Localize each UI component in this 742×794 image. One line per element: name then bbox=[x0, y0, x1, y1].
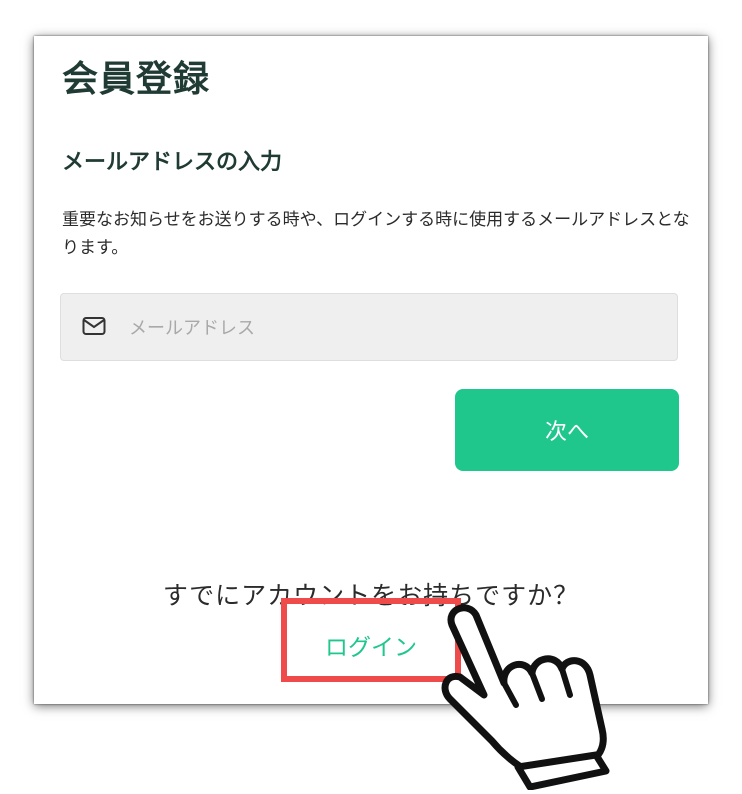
email-field[interactable] bbox=[60, 293, 678, 362]
email-input[interactable] bbox=[127, 294, 671, 362]
section-title: メールアドレスの入力 bbox=[62, 150, 283, 175]
mail-icon bbox=[82, 317, 106, 335]
description-text: 重要なお知らせをお送りする時や、ログインする時に使用するメールアドレスとなります… bbox=[62, 210, 690, 258]
pointing-hand-icon bbox=[441, 604, 610, 790]
page-title: 会員登録 bbox=[62, 59, 211, 100]
next-button[interactable]: 次へ bbox=[455, 389, 679, 471]
